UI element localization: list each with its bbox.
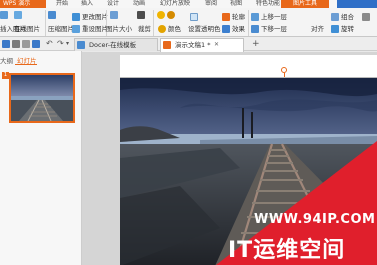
watermark-url: WWW.94IP.COM — [254, 212, 376, 227]
watermark-title: IT运维空间 — [228, 238, 346, 263]
